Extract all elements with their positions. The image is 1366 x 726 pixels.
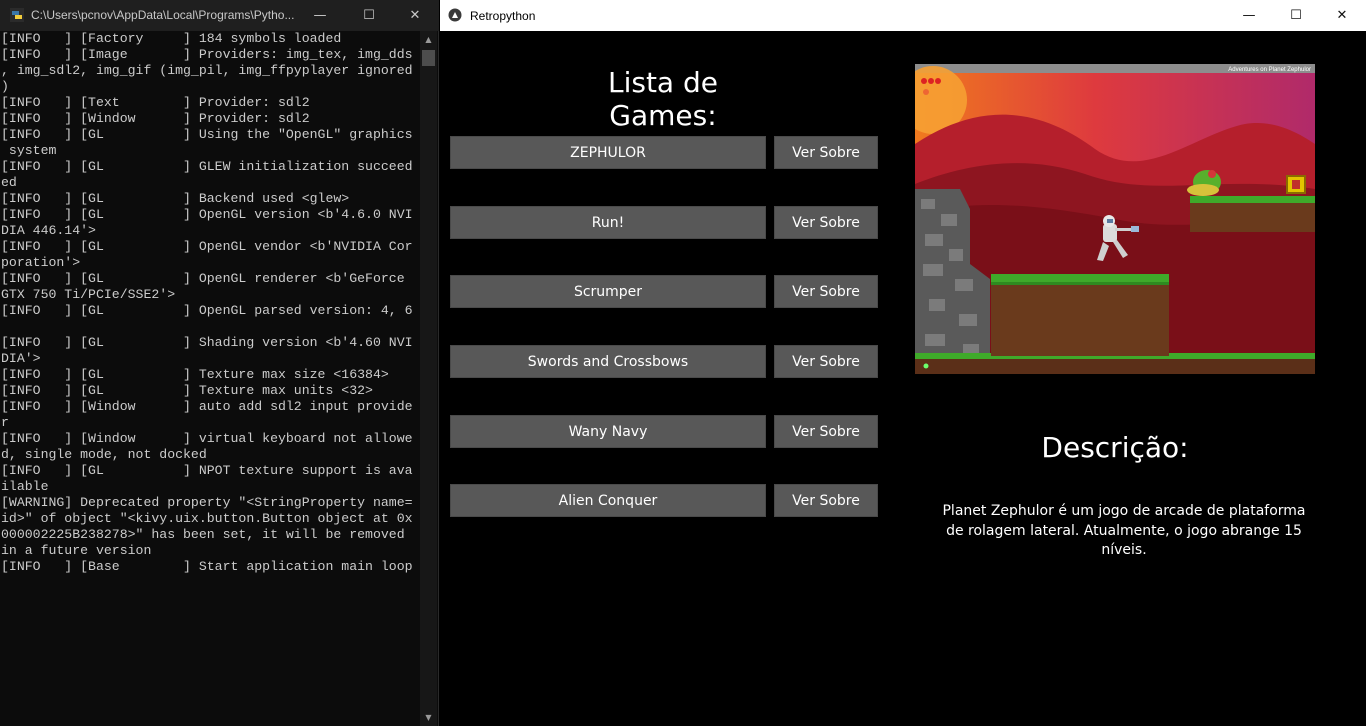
python-icon (10, 8, 24, 22)
app-titlebar[interactable]: Retropython — ☐ ✕ (440, 0, 1366, 31)
console-line: [INFO ] [GL ] NPOT texture support is av… (1, 463, 413, 478)
game-button-zephulor[interactable]: ZEPHULOR (450, 136, 766, 169)
maximize-button[interactable]: ☐ (1273, 0, 1319, 31)
game-button-run[interactable]: Run! (450, 206, 766, 239)
about-button-alien-conquer[interactable]: Ver Sobre (774, 484, 878, 517)
game-button-alien-conquer[interactable]: Alien Conquer (450, 484, 766, 517)
console-line: [INFO ] [Window ] virtual keyboard not a… (1, 431, 413, 446)
console-line: [WARNING] Deprecated property "<StringPr… (1, 495, 413, 510)
console-line: [INFO ] [GL ] GLEW initialization succee… (1, 159, 413, 174)
app-title: Retropython (470, 9, 536, 23)
scrollbar-thumb[interactable] (422, 50, 435, 66)
preview-caption: Adventures on Planet Zephulor (1228, 67, 1311, 73)
description-text: Planet Zephulor é um jogo de arcade de p… (942, 503, 1306, 558)
console-log: [INFO ] [Factory ] 184 symbols loaded [IN… (1, 31, 419, 575)
about-button-wany-navy[interactable]: Ver Sobre (774, 415, 878, 448)
about-button-swords-and-crossbows[interactable]: Ver Sobre (774, 345, 878, 378)
console-title: C:\Users\pcnov\AppData\Local\Programs\Py… (31, 8, 295, 22)
console-line: DIA 446.14'> (1, 223, 96, 238)
console-line: GTX 750 Ti/PCIe/SSE2'> (1, 287, 176, 302)
console-line: [INFO ] [GL ] Using the "OpenGL" graphic… (1, 127, 413, 142)
console-window: C:\Users\pcnov\AppData\Local\Programs\Py… (0, 0, 439, 726)
console-titlebar[interactable]: C:\Users\pcnov\AppData\Local\Programs\Py… (0, 0, 439, 31)
upper-platform (1190, 196, 1315, 232)
console-line: system (1, 143, 57, 158)
console-line: poration'> (1, 255, 81, 270)
item-box (1286, 175, 1306, 194)
console-line: [INFO ] [GL ] Texture max units <32> (1, 383, 373, 398)
console-line: d, single mode, not docked (1, 447, 207, 462)
console-line: , img_sdl2, img_gif (img_pil, img_ffpypl… (1, 63, 413, 78)
game-preview-image: Adventures on Planet Zephulor (915, 64, 1315, 374)
about-button-run[interactable]: Ver Sobre (774, 206, 878, 239)
description-title: Descrição: (1041, 431, 1189, 464)
game-button-wany-navy[interactable]: Wany Navy (450, 415, 766, 448)
console-line: 000002225B238278>" has been set, it will… (1, 527, 405, 542)
scroll-up-icon[interactable]: ▲ (420, 31, 437, 48)
console-line: [INFO ] [Factory ] 184 symbols loaded (1, 31, 342, 46)
game-button-swords-and-crossbows[interactable]: Swords and Crossbows (450, 345, 766, 378)
app-window: Retropython — ☐ ✕ Lista de Games: ZEPHUL… (440, 0, 1366, 726)
close-button[interactable]: ✕ (392, 0, 438, 31)
console-line: [INFO ] [Image ] Providers: img_tex, img… (1, 47, 413, 62)
console-line: id>" of object "<kivy.uix.button.Button … (1, 511, 413, 526)
console-line: DIA'> (1, 351, 41, 366)
console-output[interactable]: [INFO ] [Factory ] 184 symbols loaded [IN… (1, 31, 419, 726)
console-line: r (1, 415, 9, 430)
game-preview-scene: Adventures on Planet Zephulor (915, 64, 1315, 374)
kivy-icon (448, 8, 462, 22)
console-line: [INFO ] [Window ] Provider: sdl2 (1, 111, 310, 126)
console-line: in a future version (1, 543, 152, 558)
about-button-scrumper[interactable]: Ver Sobre (774, 275, 878, 308)
console-line: ) (1, 79, 9, 94)
console-line: [INFO ] [Base ] Start application main l… (1, 559, 413, 574)
scroll-down-icon[interactable]: ▼ (420, 709, 437, 726)
game-list-title: Lista de Games: (607, 66, 718, 132)
console-line: [INFO ] [GL ] OpenGL vendor <b'NVIDIA Co… (1, 239, 413, 254)
ground-platform (991, 274, 1169, 356)
console-line: ilable (1, 479, 49, 494)
console-line: [INFO ] [GL ] Shading version <b'4.60 NV… (1, 335, 413, 350)
game-button-scrumper[interactable]: Scrumper (450, 275, 766, 308)
console-line: [INFO ] [Text ] Provider: sdl2 (1, 95, 310, 110)
console-line: [INFO ] [GL ] OpenGL version <b'4.6.0 NV… (1, 207, 413, 222)
console-line: [INFO ] [GL ] Backend used <glew> (1, 191, 350, 206)
minimize-button[interactable]: — (1226, 0, 1272, 31)
console-line: [INFO ] [GL ] OpenGL renderer <b'GeForce (1, 271, 413, 286)
maximize-button[interactable]: ☐ (346, 0, 392, 31)
console-scrollbar[interactable]: ▲ ▼ (420, 31, 437, 726)
minimize-button[interactable]: — (297, 0, 343, 31)
about-button-zephulor[interactable]: Ver Sobre (774, 136, 878, 169)
console-line: ed (1, 175, 17, 190)
console-line: [INFO ] [GL ] OpenGL parsed version: 4, … (1, 303, 413, 318)
console-line: [INFO ] [Window ] auto add sdl2 input pr… (1, 399, 413, 414)
close-button[interactable]: ✕ (1319, 0, 1365, 31)
console-line: [INFO ] [GL ] Texture max size <16384> (1, 367, 389, 382)
